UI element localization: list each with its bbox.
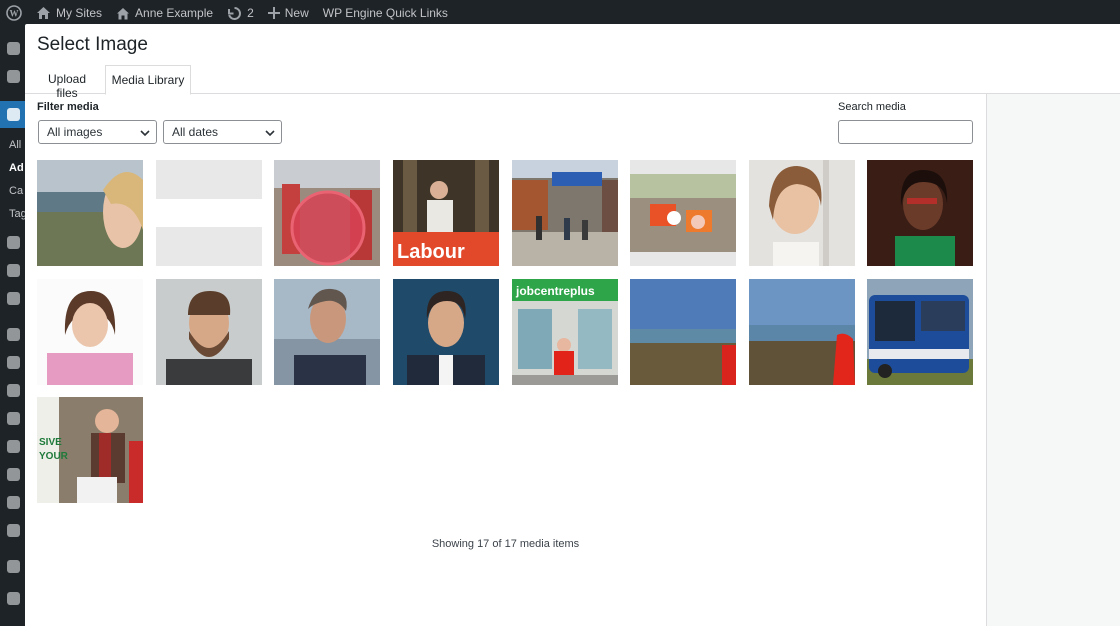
attachment-thumbnail[interactable] bbox=[630, 160, 736, 266]
updates-count: 2 bbox=[247, 6, 254, 20]
media-date-value: All dates bbox=[172, 125, 219, 139]
tab-media-library[interactable]: Media Library bbox=[105, 65, 191, 95]
home-icon bbox=[117, 7, 130, 19]
updates-icon bbox=[228, 6, 242, 20]
sidebar-fragment-add[interactable]: Ad bbox=[9, 162, 24, 174]
appearance-icon[interactable] bbox=[7, 328, 20, 341]
wordpress-logo-button[interactable]: W bbox=[0, 0, 29, 26]
quick-links-label: WP Engine Quick Links bbox=[322, 6, 448, 20]
mail-icon[interactable] bbox=[7, 524, 20, 537]
attachment-thumbnail[interactable] bbox=[867, 279, 973, 385]
dashboard-icon[interactable] bbox=[7, 42, 20, 55]
svg-text:SIVE: SIVE bbox=[39, 437, 62, 448]
engine-icon[interactable] bbox=[7, 560, 20, 573]
svg-text:jobcentreplus: jobcentreplus bbox=[515, 284, 595, 298]
attachment-thumbnail[interactable]: SIVE YOUR bbox=[37, 397, 143, 503]
pin-icon bbox=[7, 108, 20, 121]
pages-icon[interactable] bbox=[7, 264, 20, 277]
search-media-label: Search media bbox=[838, 101, 906, 113]
attachment-thumbnail[interactable]: jobcentreplus bbox=[512, 279, 618, 385]
attachment-thumbnail[interactable] bbox=[274, 160, 380, 266]
attachment-thumbnail[interactable] bbox=[749, 279, 855, 385]
search-media-input[interactable] bbox=[838, 120, 973, 144]
admin-sidebar: All Ad Ca Tag bbox=[0, 26, 25, 626]
attachment-thumbnail[interactable] bbox=[512, 160, 618, 266]
settings-icon[interactable] bbox=[7, 496, 20, 509]
attachment-thumbnail[interactable] bbox=[156, 279, 262, 385]
extra-icon[interactable] bbox=[7, 592, 20, 605]
chevron-down-icon bbox=[265, 130, 275, 137]
attachment-thumbnail[interactable] bbox=[749, 160, 855, 266]
sidebar-fragment-categories[interactable]: Ca bbox=[9, 185, 23, 197]
media-type-value: All images bbox=[47, 125, 103, 139]
svg-text:W: W bbox=[10, 9, 19, 19]
admin-bar: W My Sites Anne Example 2 New WP Engine … bbox=[0, 0, 1120, 26]
media-count-status: Showing 17 of 17 media items bbox=[431, 538, 580, 550]
plugins-icon[interactable] bbox=[7, 356, 20, 369]
attachment-thumbnail[interactable] bbox=[156, 160, 262, 266]
modal-title: Select Image bbox=[37, 34, 148, 55]
new-label: New bbox=[284, 6, 309, 20]
attachment-thumbnail[interactable] bbox=[867, 160, 973, 266]
my-sites-label: My Sites bbox=[56, 6, 103, 20]
attachment-thumbnail[interactable] bbox=[630, 279, 736, 385]
chevron-down-icon bbox=[140, 130, 150, 137]
gauge-icon[interactable] bbox=[7, 70, 20, 83]
media-type-select[interactable]: All images bbox=[38, 120, 157, 144]
plus-icon bbox=[267, 7, 280, 19]
sidebar-fragment-tags[interactable]: Tag bbox=[9, 208, 25, 220]
comments-icon[interactable] bbox=[7, 292, 20, 305]
attachment-thumbnail[interactable] bbox=[37, 160, 143, 266]
updates-menu[interactable]: 2 bbox=[220, 0, 261, 26]
attachment-thumbnail[interactable]: Labour bbox=[393, 160, 499, 266]
tools-icon[interactable] bbox=[7, 412, 20, 425]
my-sites-menu[interactable]: My Sites bbox=[29, 0, 109, 26]
wp-engine-quick-links[interactable]: WP Engine Quick Links bbox=[316, 0, 455, 26]
media-icon[interactable] bbox=[7, 236, 20, 249]
blocks-icon[interactable] bbox=[7, 440, 20, 453]
site-name-menu[interactable]: Anne Example bbox=[109, 0, 220, 26]
new-content-menu[interactable]: New bbox=[261, 0, 316, 26]
table-icon[interactable] bbox=[7, 468, 20, 481]
users-icon[interactable] bbox=[7, 384, 20, 397]
attachment-thumbnail[interactable] bbox=[393, 279, 499, 385]
my-sites-icon bbox=[37, 7, 50, 19]
tab-upload-files[interactable]: Upload files bbox=[37, 65, 97, 100]
attachment-thumbnail[interactable] bbox=[274, 279, 380, 385]
svg-text:Labour: Labour bbox=[397, 241, 465, 263]
svg-text:YOUR: YOUR bbox=[39, 451, 69, 462]
media-date-select[interactable]: All dates bbox=[163, 120, 282, 144]
wordpress-logo-icon: W bbox=[6, 5, 22, 21]
attachment-details-panel bbox=[986, 94, 1120, 626]
media-modal: Select Image Upload files Media Library … bbox=[25, 24, 1120, 626]
modal-tabs: Upload files Media Library bbox=[25, 65, 1120, 100]
attachment-thumbnail[interactable] bbox=[37, 279, 143, 385]
site-name-label: Anne Example bbox=[135, 6, 214, 20]
sidebar-fragment-all[interactable]: All bbox=[9, 139, 21, 151]
filter-media-label: Filter media bbox=[37, 101, 99, 113]
